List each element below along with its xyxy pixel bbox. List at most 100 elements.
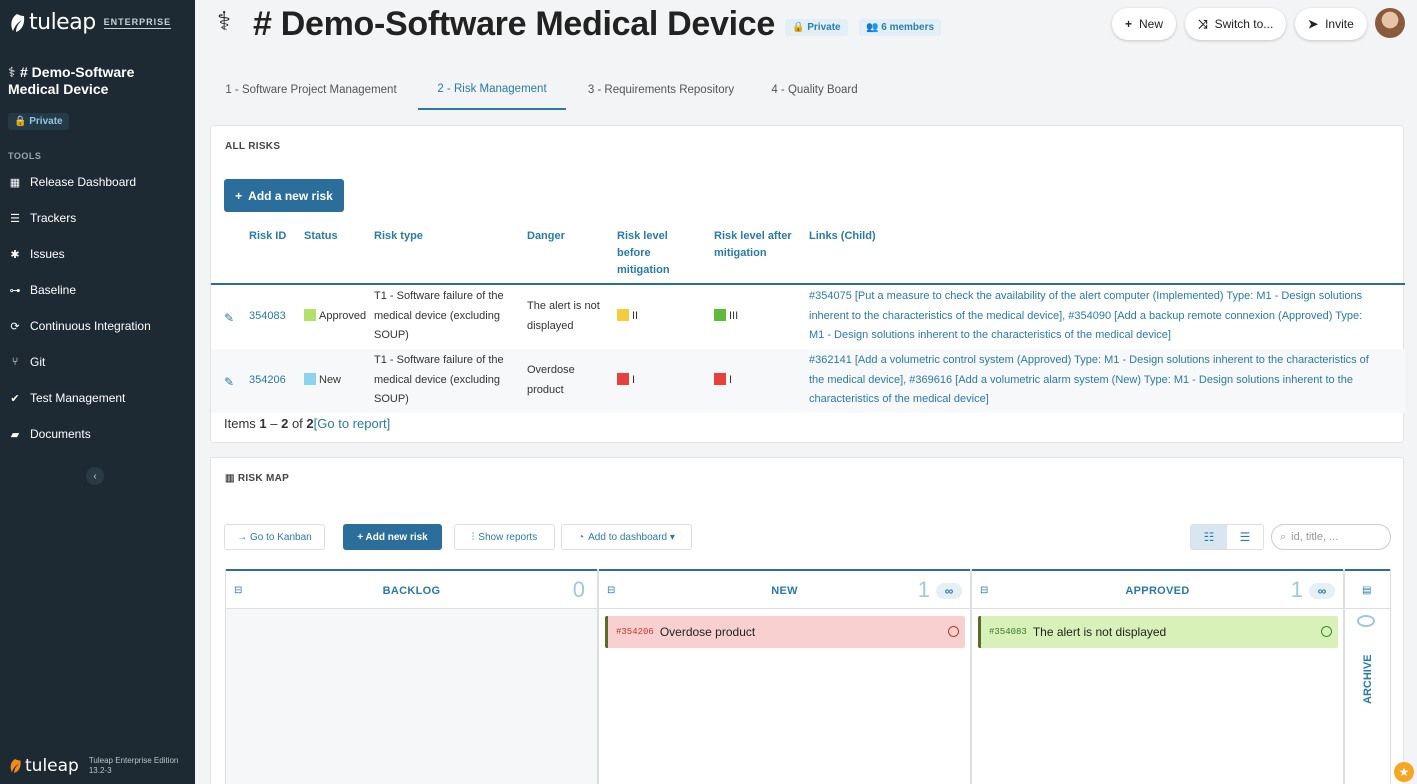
avatar[interactable] [1375,8,1405,38]
edit-icon[interactable]: ✎ [224,311,236,325]
sidebar-item-trackers[interactable]: ☰ Trackers [8,208,188,228]
column-header-links[interactable]: Links (Child) [809,228,876,245]
switch-to-button[interactable]: ⤨ Switch to... [1185,8,1287,40]
column-label: NEW [771,585,798,597]
column-count: 1 [1290,577,1303,602]
kanban-card[interactable]: #354083 The alert is not displayed [978,616,1338,648]
members-badge[interactable]: 👥 6 members [859,19,942,36]
star-badge-icon[interactable]: ★ [1394,762,1414,782]
add-dashboard-label: Add to dashboard ▾ [588,531,675,543]
footer-brand: tuleap [25,756,79,776]
tuleap-leaf-icon [11,13,25,32]
kanban-icon: ▥ [225,473,238,484]
add-new-risk-kanban-button[interactable]: + Add new risk [343,524,442,550]
card-id[interactable]: #354206 [616,627,654,637]
tuleap-logo[interactable]: tuleap ENTERPRISE [8,10,172,35]
tab-software-project-management[interactable]: 1 - Software Project Management [219,70,403,110]
items-dash: – [266,416,282,431]
invite-button[interactable]: ➤ Invite [1295,8,1367,40]
add-new-risk-button[interactable]: + Add a new risk [224,179,344,212]
sidebar-item-label: Baseline [30,283,77,297]
detailed-view-button[interactable]: ☷ [1191,525,1227,549]
kanban-column-new: ⊟ NEW 1 ∞ #354206 Overdose product [598,569,971,784]
sidebar-item-baseline[interactable]: ⊶ Baseline [8,280,188,300]
sidebar-item-label: Release Dashboard [30,175,137,189]
footer-edition-label: Tuleap Enterprise Edition [88,756,179,765]
kanban-card[interactable]: #354206 Overdose product [605,616,965,648]
search-placeholder: id, title, ... [1291,531,1339,543]
kanban-column-archive[interactable]: ▤ ARCHIVE [1344,569,1391,784]
sidebar-footer: tuleap Tuleap Enterprise Edition 13.2-3 [8,756,178,776]
edit-icon[interactable]: ✎ [224,375,236,389]
privacy-badge: 🔒 Private [785,19,848,36]
caduceus-icon: ⚕ [217,6,232,36]
level-label: I [632,374,636,386]
wip-limit-badge[interactable]: ∞ [1309,583,1335,599]
column-label: BACKLOG [382,585,441,597]
sidebar-item-continuous-integration[interactable]: ⟳ Continuous Integration [8,316,188,336]
kanban-search-input[interactable]: ⌕ id, title, ... [1271,524,1391,550]
new-button[interactable]: + New [1112,8,1177,40]
edition-badge: ENTERPRISE [103,16,172,29]
risk-id-link[interactable]: 354083 [249,307,286,327]
sidebar-item-git[interactable]: ⑂ Git [8,352,188,372]
tab-requirements-repository[interactable]: 3 - Requirements Repository [581,70,741,110]
archive-count-zero [1357,615,1375,627]
tab-risk-management[interactable]: 2 - Risk Management [418,70,566,110]
project-name-label: # Demo-Software Medical Device [8,64,135,97]
kanban-column-header[interactable]: ▤ [1345,569,1390,609]
items-range-start: 1 [259,416,267,431]
privacy-label: Private [807,22,841,33]
clock-icon [948,626,959,637]
go-to-report-link[interactable]: [Go to report] [314,416,391,431]
footer-version-label: 13.2-3 [88,766,112,775]
column-header-risk-before[interactable]: Risk level before mitigation [617,228,687,279]
status-cell: Approved [304,307,366,327]
kanban-column-header[interactable]: ⊟ NEW 1 ∞ [599,569,970,609]
column-header-risk-id[interactable]: Risk ID [249,228,286,245]
sidebar-item-release-dashboard[interactable]: ▦ Release Dashboard [8,172,188,192]
list-icon: ☰ [10,212,20,225]
sidebar-item-issues[interactable]: ✱ Issues [8,244,188,264]
kanban-column-header[interactable]: ⊟ APPROVED 1 ∞ [972,569,1343,609]
danger-cell: The alert is not displayed [527,300,600,332]
kanban-column-header[interactable]: ⊟ BACKLOG 0 [226,569,597,609]
wip-limit-badge[interactable]: ∞ [936,583,962,599]
kanban-column-body[interactable] [226,609,597,784]
items-of: of [288,416,307,431]
all-risks-title: ALL RISKS [225,141,281,152]
go-to-kanban-button[interactable]: → Go to Kanban [224,524,325,550]
collapse-sidebar-button[interactable]: ‹ [86,467,104,485]
baseline-icon: ⊶ [9,284,21,297]
all-risks-panel: ALL RISKS + Add a new risk Risk ID Status… [210,125,1405,443]
column-header-status[interactable]: Status [304,228,338,245]
view-mode-toggle: ☷ ☰ [1190,524,1264,550]
column-header-risk-after[interactable]: Risk level after mitigation [714,228,804,262]
risk-map-panel: ▥ RISK MAP → Go to Kanban + Add new risk… [210,457,1404,784]
kanban-column-body[interactable]: #354206 Overdose product [599,609,970,784]
risk-type-cell: T1 - Software failure of the medical dev… [374,290,504,341]
level-label: I [729,374,733,386]
sidebar-item-documents[interactable]: ▰ Documents [8,424,188,444]
card-title: Overdose product [659,625,756,639]
chart-icon: ⫶ [471,531,475,543]
level-color-swatch [714,309,726,321]
sidebar-item-label: Documents [30,427,91,441]
tab-quality-board[interactable]: 4 - Quality Board [767,70,862,110]
column-count: 0 [572,577,585,602]
compact-view-button[interactable]: ☰ [1227,525,1263,549]
risk-after-cell: I [714,371,732,391]
project-header: ⚕ # Demo-Software Medical Device 🔒 Priva… [195,0,1417,60]
card-id[interactable]: #354083 [989,627,1027,637]
risk-id-link[interactable]: 354206 [249,371,286,391]
show-reports-button[interactable]: ⫶ Show reports [454,524,555,550]
items-total: 2 [306,416,314,431]
kanban-column-body[interactable]: #354083 The alert is not displayed [972,609,1343,784]
add-to-dashboard-dropdown[interactable]: ◔ Add to dashboard ▾ [561,524,692,550]
column-header-risk-type[interactable]: Risk type [374,228,423,245]
sidebar-item-test-management[interactable]: ✔ Test Management [8,388,188,408]
sidebar-project-name[interactable]: ⚕ # Demo-Software Medical Device [8,64,188,98]
check-icon: ✔ [10,392,20,405]
footer-version: Tuleap Enterprise Edition 13.2-3 [89,756,179,776]
column-header-danger[interactable]: Danger [527,228,565,245]
